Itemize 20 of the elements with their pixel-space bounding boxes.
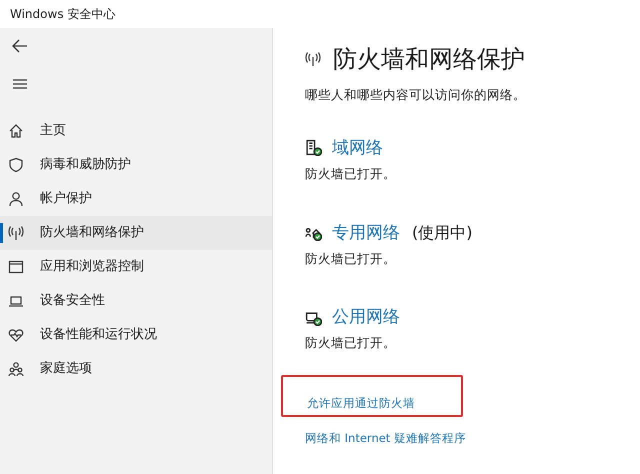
network-link[interactable]: 域网络 <box>332 134 383 161</box>
nav-item[interactable]: 帐户保护 <box>0 182 272 216</box>
firewall-status: 防火墙已打开。 <box>305 334 397 352</box>
page-title: 防火墙和网络保护 <box>333 44 525 75</box>
firewall-status: 防火墙已打开。 <box>305 164 397 183</box>
nav-item[interactable]: 设备性能和运行状况 <box>0 318 272 352</box>
nav-item[interactable]: 设备安全性 <box>0 284 272 318</box>
network-link[interactable]: 公用网络 <box>332 304 400 330</box>
link[interactable]: 网络和 Internet 疑难解答程序 <box>305 431 466 445</box>
firewall-status: 防火墙已打开。 <box>305 250 397 268</box>
nav-item[interactable]: 家庭选项 <box>0 352 272 386</box>
window-title: Windows 安全中心 <box>10 6 116 23</box>
nav-item[interactable]: 病毒和威胁防护 <box>0 148 272 182</box>
nav-item[interactable]: 防火墙和网络保护 <box>0 216 272 250</box>
nav-item[interactable]: 主页 <box>0 114 272 148</box>
page-subtitle: 哪些人和哪些内容可以访问你的网络。 <box>305 86 527 104</box>
in-use-note: (使用中) <box>412 222 472 244</box>
nav-item[interactable]: 应用和浏览器控制 <box>0 250 272 284</box>
link[interactable]: 允许应用通过防火墙 <box>307 394 415 412</box>
network-link[interactable]: 专用网络 <box>332 220 400 246</box>
